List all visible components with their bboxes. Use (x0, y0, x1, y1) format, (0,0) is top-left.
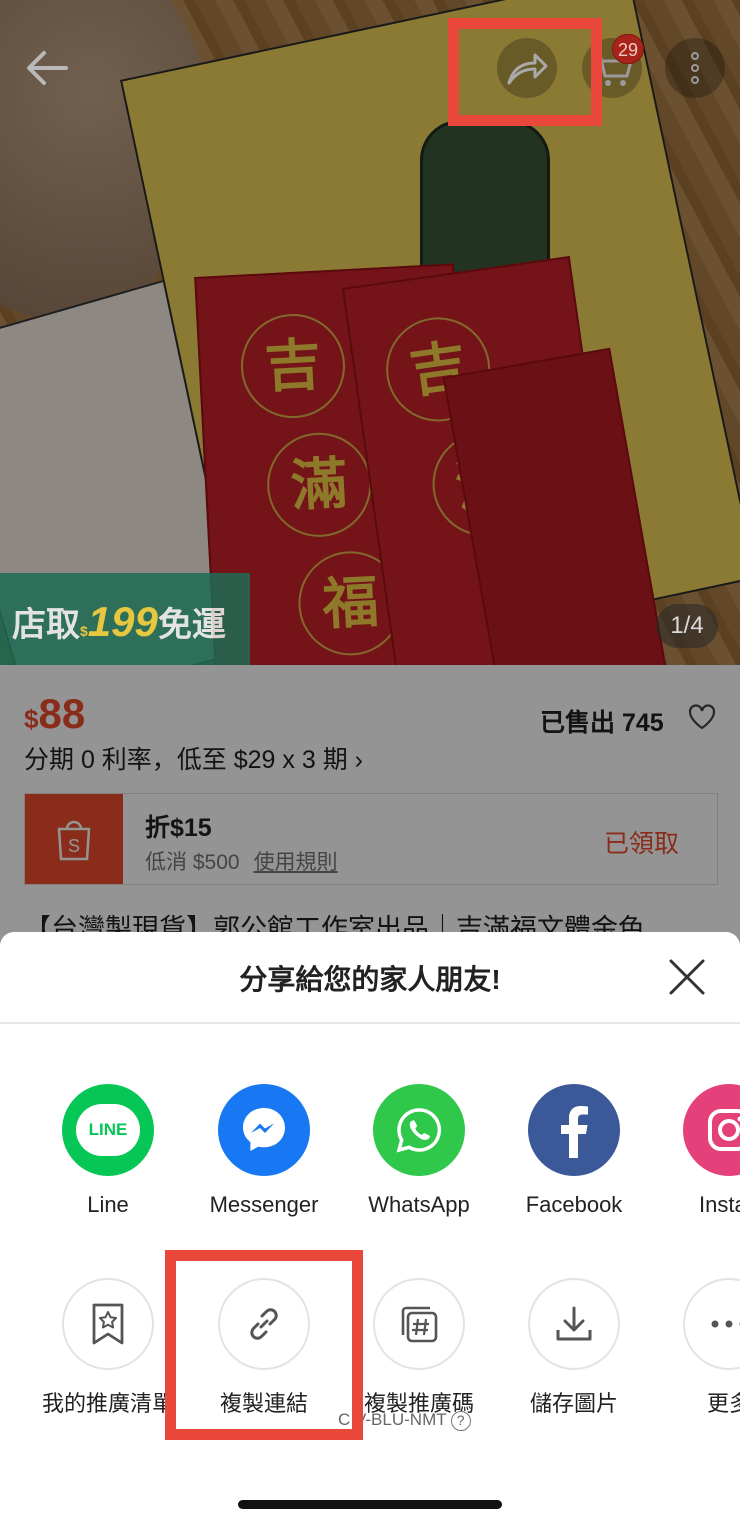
line-icon: LINE (62, 1084, 154, 1176)
share-messenger-button[interactable]: Messenger (189, 1084, 339, 1218)
messenger-glyph (243, 1108, 285, 1151)
app-label: Line (87, 1192, 129, 1217)
hashtag-copy-glyph (401, 1306, 438, 1343)
app-label: WhatsApp (368, 1192, 470, 1217)
instagram-glyph (708, 1109, 740, 1151)
promo-number: 199 (87, 598, 158, 645)
more-options-button[interactable] (665, 38, 725, 98)
bookmark-star-glyph (92, 1303, 124, 1345)
promo-prefix: 店取 (12, 606, 80, 644)
product-image[interactable]: 吉 滿 福 吉 滿 福 店取$199免運 1/4 (0, 0, 740, 665)
whatsapp-icon (373, 1084, 465, 1176)
facebook-icon (528, 1084, 620, 1176)
promo-banner: 店取$199免運 (0, 573, 250, 665)
close-icon[interactable] (666, 956, 708, 998)
promo-suffix: 免運 (157, 606, 226, 644)
home-indicator (238, 1500, 502, 1509)
app-label: Facebook (525, 1192, 623, 1217)
more-share-options-button[interactable]: 更多 (654, 1278, 740, 1418)
whatsapp-glyph (396, 1108, 442, 1153)
share-facebook-button[interactable]: Facebook (499, 1084, 649, 1218)
tool-label: 儲存圖片 (529, 1391, 618, 1416)
image-page-indicator: 1/4 (656, 604, 718, 648)
share-line-button[interactable]: LINE Line (33, 1084, 183, 1218)
more-horizontal-icon (683, 1278, 740, 1370)
divider (0, 1022, 740, 1024)
tool-label: 我的推廣清單 (41, 1391, 174, 1416)
overlay-dim (0, 0, 740, 665)
app-label: Messenger (209, 1192, 319, 1217)
highlight-annotation (165, 1250, 363, 1440)
save-image-button[interactable]: 儲存圖片 (499, 1278, 649, 1418)
bookmark-star-icon (62, 1278, 154, 1370)
facebook-glyph (561, 1106, 588, 1158)
line-logo-text: LINE (76, 1104, 140, 1156)
share-sheet-title: 分享給您的家人朋友! (239, 964, 501, 995)
back-arrow-icon (27, 51, 68, 85)
app-label: Instag (699, 1192, 740, 1217)
instagram-icon (683, 1084, 740, 1176)
back-button[interactable] (16, 38, 76, 98)
more-vertical-icon (691, 52, 699, 84)
messenger-icon (218, 1084, 310, 1176)
help-icon[interactable]: ? (450, 1410, 471, 1431)
hashtag-copy-icon (373, 1278, 465, 1370)
promo-currency: $ (80, 623, 88, 639)
copy-promo-code-button[interactable]: 複製推廣碼 (344, 1278, 494, 1418)
share-instagram-button[interactable]: Instag (654, 1084, 740, 1218)
download-icon (528, 1278, 620, 1370)
share-whatsapp-button[interactable]: WhatsApp (344, 1084, 494, 1218)
overlay-dim (0, 665, 740, 945)
cart-count-badge: 29 (612, 34, 645, 64)
more-horizontal-glyph (711, 1320, 740, 1328)
share-sheet: 分享給您的家人朋友! LINE Line Messenger WhatsApp … (0, 932, 740, 1526)
tool-label: 更多 (706, 1391, 740, 1416)
highlight-annotation (448, 18, 602, 126)
my-promo-list-button[interactable]: 我的推廣清單 (33, 1278, 183, 1418)
download-glyph (556, 1306, 592, 1341)
